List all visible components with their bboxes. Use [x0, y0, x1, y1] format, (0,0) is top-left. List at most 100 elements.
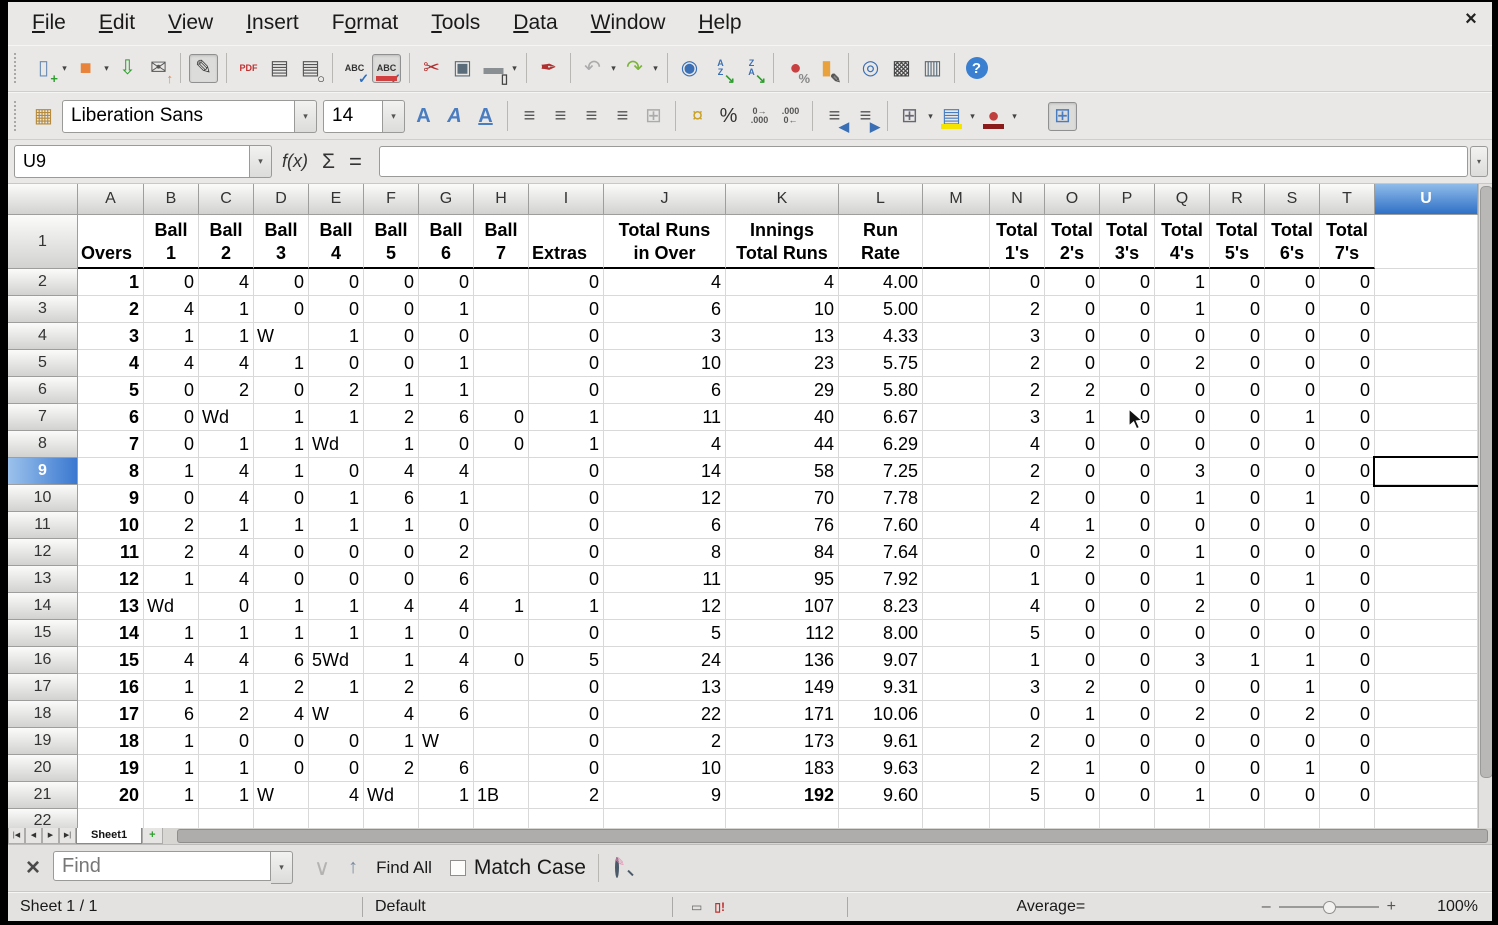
font-name-input[interactable] [62, 100, 295, 133]
close-find-bar-icon[interactable]: × [26, 854, 40, 882]
cell-o8[interactable]: 0 [1045, 431, 1100, 458]
cell-n20[interactable]: 2 [990, 755, 1045, 782]
menu-edit[interactable]: Edit [99, 11, 135, 35]
cell-k9[interactable]: 58 [726, 458, 839, 485]
cell-h13[interactable] [474, 566, 529, 593]
cell-l6[interactable]: 5.80 [839, 377, 923, 404]
copy-icon[interactable]: ▣ [449, 55, 476, 82]
add-sheet-button[interactable]: + [142, 828, 162, 844]
cell-u10[interactable] [1375, 485, 1478, 512]
cell-g3[interactable]: 1 [419, 296, 474, 323]
cell-e14[interactable]: 1 [309, 593, 364, 620]
cell-d6[interactable]: 0 [254, 377, 309, 404]
cell-k21[interactable]: 192 [726, 782, 839, 809]
cell-u8[interactable] [1375, 431, 1478, 458]
cell-m17[interactable] [923, 674, 990, 701]
cell-n19[interactable]: 2 [990, 728, 1045, 755]
cell-t15[interactable]: 0 [1320, 620, 1375, 647]
cell-n2[interactable]: 0 [990, 269, 1045, 296]
cell-i4[interactable]: 0 [529, 323, 604, 350]
cell-f14[interactable]: 4 [364, 593, 419, 620]
row-header-13[interactable]: 13 [8, 566, 78, 593]
cell-l9[interactable]: 7.25 [839, 458, 923, 485]
cell-s20[interactable]: 1 [1265, 755, 1320, 782]
cell-p13[interactable]: 0 [1100, 566, 1155, 593]
sheet-tab-sheet1[interactable]: Sheet1 [76, 828, 142, 844]
cell-n18[interactable]: 0 [990, 701, 1045, 728]
cell-e5[interactable]: 0 [309, 350, 364, 377]
cell-k10[interactable]: 70 [726, 485, 839, 512]
cell-b21[interactable]: 1 [144, 782, 199, 809]
row-header-22[interactable]: 22 [8, 809, 78, 827]
cell-o21[interactable]: 0 [1045, 782, 1100, 809]
styles-fill-icon[interactable]: ▮✎ [813, 55, 840, 82]
cell-m5[interactable] [923, 350, 990, 377]
cell-q7[interactable]: 0 [1155, 404, 1210, 431]
cell-e7[interactable]: 1 [309, 404, 364, 431]
cell-s1[interactable]: Total6's [1265, 215, 1320, 269]
undo-icon[interactable]: ↶ [579, 55, 606, 82]
column-header-s[interactable]: S [1265, 184, 1320, 215]
cell-p20[interactable]: 0 [1100, 755, 1155, 782]
cell-m19[interactable] [923, 728, 990, 755]
cell-r17[interactable]: 0 [1210, 674, 1265, 701]
cell-j11[interactable]: 6 [604, 512, 726, 539]
cell-p1[interactable]: Total3's [1100, 215, 1155, 269]
cell-t13[interactable]: 0 [1320, 566, 1375, 593]
cell-n5[interactable]: 2 [990, 350, 1045, 377]
chevron-down-icon[interactable]: ▾ [608, 55, 619, 82]
cell-h5[interactable] [474, 350, 529, 377]
cell-c2[interactable]: 4 [199, 269, 254, 296]
cell-f10[interactable]: 6 [364, 485, 419, 512]
cell-u1[interactable] [1375, 215, 1478, 269]
cell-s21[interactable]: 0 [1265, 782, 1320, 809]
cell-k13[interactable]: 95 [726, 566, 839, 593]
last-sheet-button[interactable]: ▶| [59, 828, 76, 844]
cell-b6[interactable]: 0 [144, 377, 199, 404]
column-header-f[interactable]: F [364, 184, 419, 215]
cell-i6[interactable]: 0 [529, 377, 604, 404]
cell-n14[interactable]: 4 [990, 593, 1045, 620]
cell-b9[interactable]: 1 [144, 458, 199, 485]
decrease-indent-icon[interactable]: ≡◀ [821, 103, 848, 130]
chevron-down-icon[interactable]: ▾ [650, 55, 661, 82]
cell-t3[interactable]: 0 [1320, 296, 1375, 323]
cell-h22[interactable] [474, 809, 529, 827]
cell-m8[interactable] [923, 431, 990, 458]
currency-icon[interactable]: ¤ [684, 103, 711, 130]
cell-q17[interactable]: 0 [1155, 674, 1210, 701]
cell-l17[interactable]: 9.31 [839, 674, 923, 701]
cell-u14[interactable] [1375, 593, 1478, 620]
cell-c18[interactable]: 2 [199, 701, 254, 728]
cell-a12[interactable]: 11 [78, 539, 144, 566]
cell-l18[interactable]: 10.06 [839, 701, 923, 728]
cell-k1[interactable]: InningsTotal Runs [726, 215, 839, 269]
cell-m15[interactable] [923, 620, 990, 647]
cell-c22[interactable] [199, 809, 254, 827]
cell-i14[interactable]: 1 [529, 593, 604, 620]
cell-s14[interactable]: 0 [1265, 593, 1320, 620]
cell-f8[interactable]: 1 [364, 431, 419, 458]
selection-mode-icon[interactable]: ▭ [691, 900, 702, 914]
cell-r20[interactable]: 0 [1210, 755, 1265, 782]
cell-s5[interactable]: 0 [1265, 350, 1320, 377]
zoom-in-icon[interactable]: + [1387, 898, 1396, 916]
cell-j8[interactable]: 4 [604, 431, 726, 458]
cell-i20[interactable]: 0 [529, 755, 604, 782]
cell-i10[interactable]: 0 [529, 485, 604, 512]
cell-b2[interactable]: 0 [144, 269, 199, 296]
cell-i9[interactable]: 0 [529, 458, 604, 485]
cell-u7[interactable] [1375, 404, 1478, 431]
menu-tools[interactable]: Tools [431, 11, 480, 35]
cell-p22[interactable] [1100, 809, 1155, 827]
cell-t2[interactable]: 0 [1320, 269, 1375, 296]
cell-m22[interactable] [923, 809, 990, 827]
row-header-7[interactable]: 7 [8, 404, 78, 431]
cell-l21[interactable]: 9.60 [839, 782, 923, 809]
cell-f18[interactable]: 4 [364, 701, 419, 728]
cell-b14[interactable]: Wd [144, 593, 199, 620]
cell-c11[interactable]: 1 [199, 512, 254, 539]
cell-j2[interactable]: 4 [604, 269, 726, 296]
row-header-18[interactable]: 18 [8, 701, 78, 728]
column-header-i[interactable]: I [529, 184, 604, 215]
